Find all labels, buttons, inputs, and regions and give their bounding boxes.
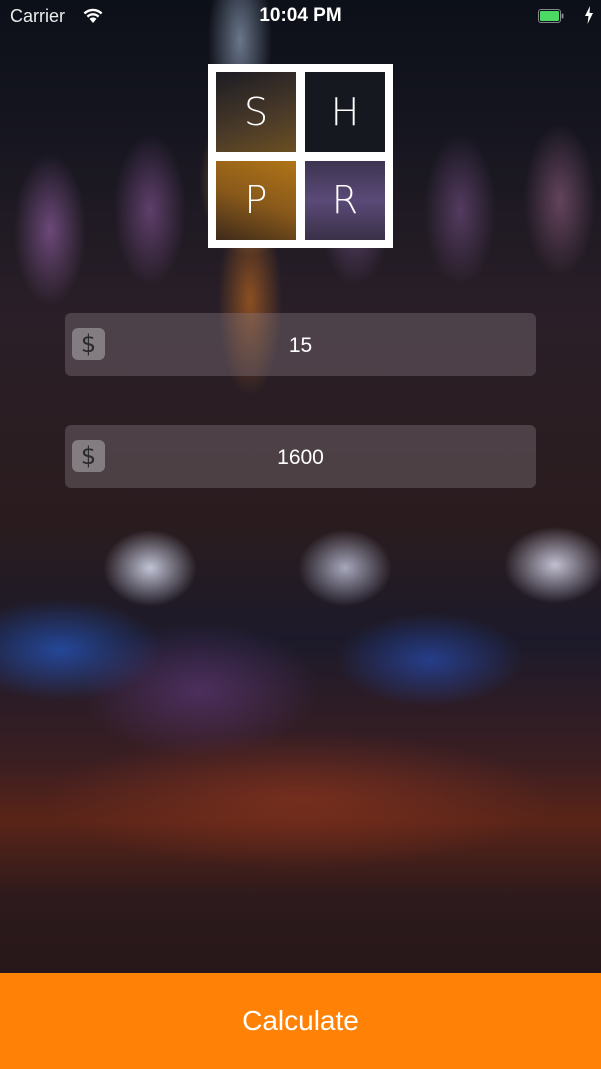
dollar-sign-icon: $ [72, 440, 105, 472]
amount-field-2[interactable]: $ [65, 425, 536, 490]
logo-letter-r: R [305, 160, 385, 240]
status-bar: Carrier 10:04 PM [0, 0, 601, 34]
charging-bolt-icon [585, 6, 593, 24]
battery-icon [538, 9, 564, 23]
logo-letter-h: H [305, 72, 385, 152]
amount-input-2[interactable] [115, 425, 486, 490]
amount-input-1[interactable] [115, 313, 486, 378]
amount-field-1[interactable]: $ [65, 313, 536, 378]
status-time: 10:04 PM [259, 5, 342, 26]
dollar-sign-icon: $ [72, 328, 105, 360]
app-screen: Carrier 10:04 PM S H P R $ $ Calculate [0, 0, 601, 1069]
calculate-button[interactable]: Calculate [0, 973, 601, 1069]
logo-letter-p: P [216, 160, 296, 240]
logo-letter-s: S [216, 72, 296, 152]
shpr-logo: S H P R [208, 64, 393, 248]
